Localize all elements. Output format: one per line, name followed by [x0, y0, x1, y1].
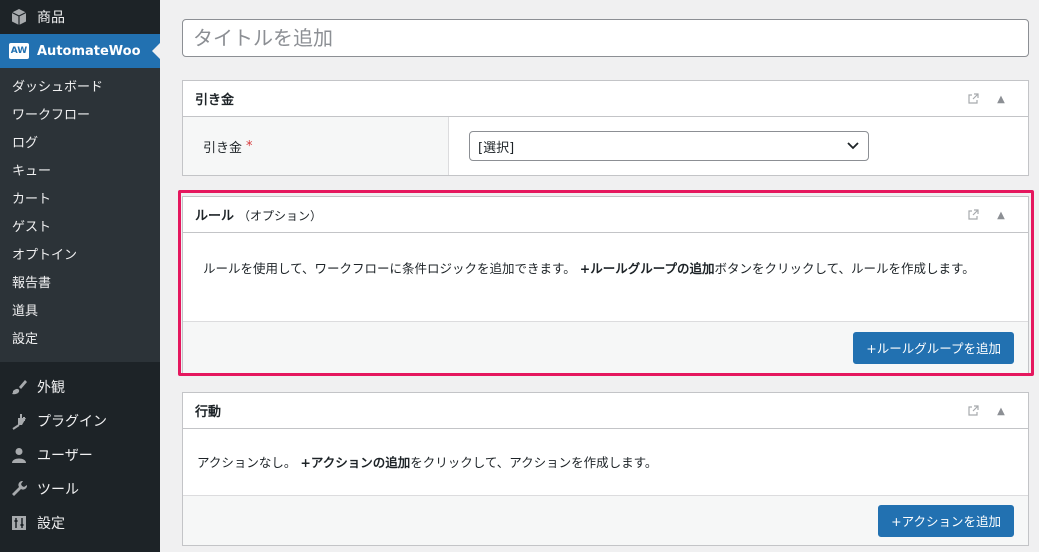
actions-box-header: 行動 ▲ [183, 393, 1028, 429]
automatewoo-logo-icon: AW [9, 43, 29, 59]
actions-box-title: 行動 [195, 405, 222, 420]
menu-item-label: 設定 [37, 516, 65, 532]
brush-icon [9, 377, 29, 397]
user-icon [9, 445, 29, 465]
rules-description: ルールを使用して、ワークフローに条件ロジックを追加できます。 +ルールグループの… [183, 233, 1028, 321]
submenu-item-workflows[interactable]: ワークフロー [0, 102, 160, 130]
submenu-item-reports[interactable]: 報告書 [0, 270, 160, 298]
plug-icon [9, 411, 29, 431]
automatewoo-submenu: ダッシュボード ワークフロー ログ キュー カート ゲスト オプトイン 報告書 … [0, 68, 160, 362]
collapse-toggle-icon[interactable]: ▲ [994, 208, 1008, 222]
menu-item-tools[interactable]: ツール [0, 472, 160, 506]
collapse-toggle-icon[interactable]: ▲ [994, 404, 1008, 418]
menu-item-settings[interactable]: 設定 [0, 506, 160, 540]
rules-footer: +ルールグループを追加 [183, 321, 1028, 373]
menu-item-appearance[interactable]: 外観 [0, 370, 160, 404]
trigger-row: 引き金 * [選択] [183, 117, 1028, 175]
submenu-item-logs[interactable]: ログ [0, 130, 160, 158]
rules-box-header: ルール （オプション） ▲ [183, 197, 1028, 233]
menu-item-label: ツール [37, 482, 79, 498]
actions-text-after: をクリックして、アクションを作成します。 [410, 455, 658, 470]
menu-item-plugins[interactable]: プラグイン [0, 404, 160, 438]
title-input[interactable] [182, 19, 1029, 57]
trigger-select[interactable]: [選択] [469, 131, 869, 161]
settings-icon [9, 513, 29, 533]
menu-item-users[interactable]: ユーザー [0, 438, 160, 472]
rules-subtitle: （オプション） [238, 209, 323, 223]
submenu-item-dashboard[interactable]: ダッシュボード [0, 74, 160, 102]
add-action-button[interactable]: +アクションを追加 [878, 504, 1014, 537]
rules-title-text: ルール [195, 209, 235, 224]
submenu-item-settings[interactable]: 設定 [0, 326, 160, 354]
external-link-icon[interactable] [966, 208, 980, 222]
trigger-field-label: 引き金 * [183, 117, 449, 175]
submenu-item-guests[interactable]: ゲスト [0, 214, 160, 242]
submenu-item-queue[interactable]: キュー [0, 158, 160, 186]
menu-item-products[interactable]: 商品 [0, 0, 160, 34]
submenu-item-optins[interactable]: オプトイン [0, 242, 160, 270]
submenu-item-tools[interactable]: 道具 [0, 298, 160, 326]
trigger-box-header: 引き金 ▲ [183, 81, 1028, 117]
main-content: 引き金 ▲ 引き金 * [選択] [160, 0, 1039, 552]
actions-description: アクションなし。 +アクションの追加をクリックして、アクションを作成します。 [183, 429, 1028, 495]
required-mark: * [246, 138, 253, 154]
actions-box: 行動 ▲ アクションなし。 +アクションの追加をクリックして、アクションを作成し… [182, 392, 1029, 546]
external-link-icon[interactable] [966, 404, 980, 418]
rules-text-before: ルールを使用して、ワークフローに条件ロジックを追加できます。 [203, 261, 580, 276]
menu-item-label: AutomateWoo [37, 43, 141, 59]
box-icon [9, 7, 29, 27]
actions-footer: +アクションを追加 [183, 495, 1028, 545]
admin-sidebar: 商品 AW AutomateWoo ダッシュボード ワークフロー ログ キュー … [0, 0, 160, 552]
wrench-icon [9, 479, 29, 499]
menu-item-label: 商品 [37, 10, 65, 26]
chevron-down-icon [846, 138, 860, 152]
trigger-field: [選択] [449, 117, 1028, 175]
rules-text-after: ボタンをクリックして、ルールを作成します。 [714, 261, 975, 276]
menu-item-label: プラグイン [37, 414, 107, 430]
rules-box: ルール （オプション） ▲ ルールを使用して、ワークフローに条件ロジックを追加でき… [182, 196, 1029, 374]
collapse-toggle-icon[interactable]: ▲ [994, 92, 1008, 106]
rules-box-title: ルール （オプション） [195, 205, 322, 224]
trigger-select-value: [選択] [478, 140, 515, 156]
menu-lower: 外観 プラグイン ユーザー ツール 設定 [0, 362, 160, 540]
trigger-box-title: 引き金 [195, 93, 235, 108]
actions-text-bold: +アクションの追加 [300, 455, 411, 470]
menu-item-automatewoo[interactable]: AW AutomateWoo [0, 34, 160, 68]
menu-item-label: 外観 [37, 380, 65, 396]
external-link-icon[interactable] [966, 92, 980, 106]
trigger-box: 引き金 ▲ 引き金 * [選択] [182, 80, 1029, 176]
rules-text-bold: +ルールグループの追加 [579, 261, 715, 276]
submenu-item-carts[interactable]: カート [0, 186, 160, 214]
add-rule-group-button[interactable]: +ルールグループを追加 [853, 331, 1014, 364]
trigger-label-text: 引き金 [203, 140, 243, 156]
menu-item-label: ユーザー [37, 448, 93, 464]
actions-text-before: アクションなし。 [197, 455, 301, 470]
